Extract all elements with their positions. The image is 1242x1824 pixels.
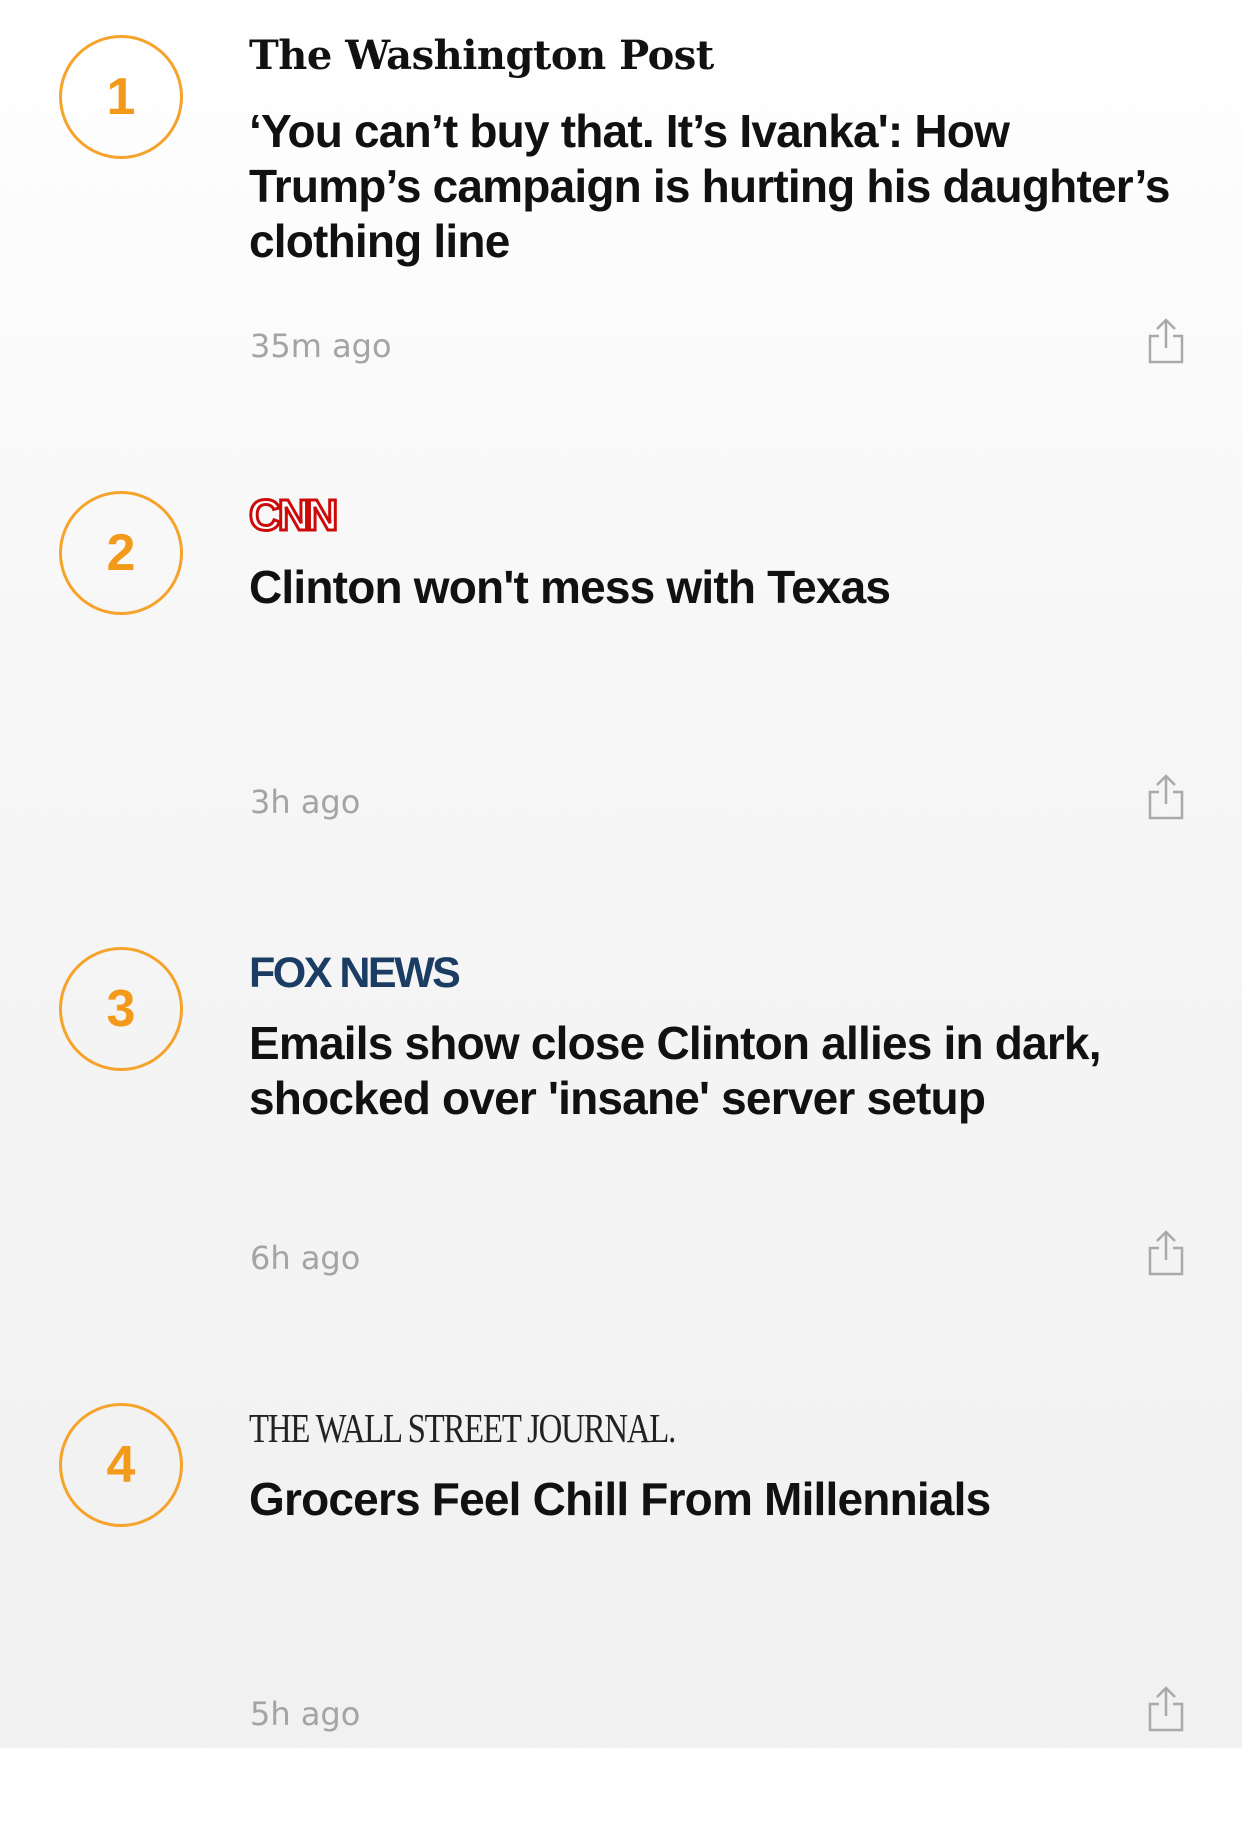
story-item[interactable]: 2 CNN Clinton won't mess with Texas 3h a… xyxy=(0,456,1242,912)
source-logo: FOX NEWS xyxy=(249,949,461,997)
rank-badge: 4 xyxy=(59,1403,183,1527)
source-logo: The Washington Post xyxy=(249,32,714,79)
story-item[interactable]: 3 FOX NEWS Emails show close Clinton all… xyxy=(0,912,1242,1368)
story-timestamp: 5h ago xyxy=(250,1695,361,1733)
rank-badge: 2 xyxy=(59,491,183,615)
story-item[interactable]: 1 The Washington Post ‘You can’t buy tha… xyxy=(0,0,1242,456)
news-feed: 1 The Washington Post ‘You can’t buy tha… xyxy=(0,0,1242,1748)
share-icon-glyph xyxy=(1148,318,1184,364)
source-logo: THE WALL STREET JOURNAL. xyxy=(249,1405,676,1451)
share-icon[interactable] xyxy=(1145,770,1187,822)
story-item[interactable]: 4 THE WALL STREET JOURNAL. Grocers Feel … xyxy=(0,1368,1242,1824)
rank-badge: 3 xyxy=(59,947,183,1071)
share-icon[interactable] xyxy=(1145,1226,1187,1278)
share-icon[interactable] xyxy=(1145,1682,1187,1734)
story-timestamp: 3h ago xyxy=(250,783,361,821)
share-icon-glyph xyxy=(1148,774,1184,820)
source-logo: CNN xyxy=(247,491,339,540)
story-headline[interactable]: Grocers Feel Chill From Millennials xyxy=(249,1472,1189,1527)
share-icon[interactable] xyxy=(1145,314,1187,366)
rank-badge: 1 xyxy=(59,35,183,159)
story-timestamp: 35m ago xyxy=(250,327,392,365)
share-icon-glyph xyxy=(1148,1686,1184,1732)
share-icon-glyph xyxy=(1148,1230,1184,1276)
story-headline[interactable]: Emails show close Clinton allies in dark… xyxy=(249,1016,1189,1126)
story-timestamp: 6h ago xyxy=(250,1239,361,1277)
story-headline[interactable]: Clinton won't mess with Texas xyxy=(249,560,1189,615)
story-headline[interactable]: ‘You can’t buy that. It’s Ivanka': How T… xyxy=(249,104,1189,269)
